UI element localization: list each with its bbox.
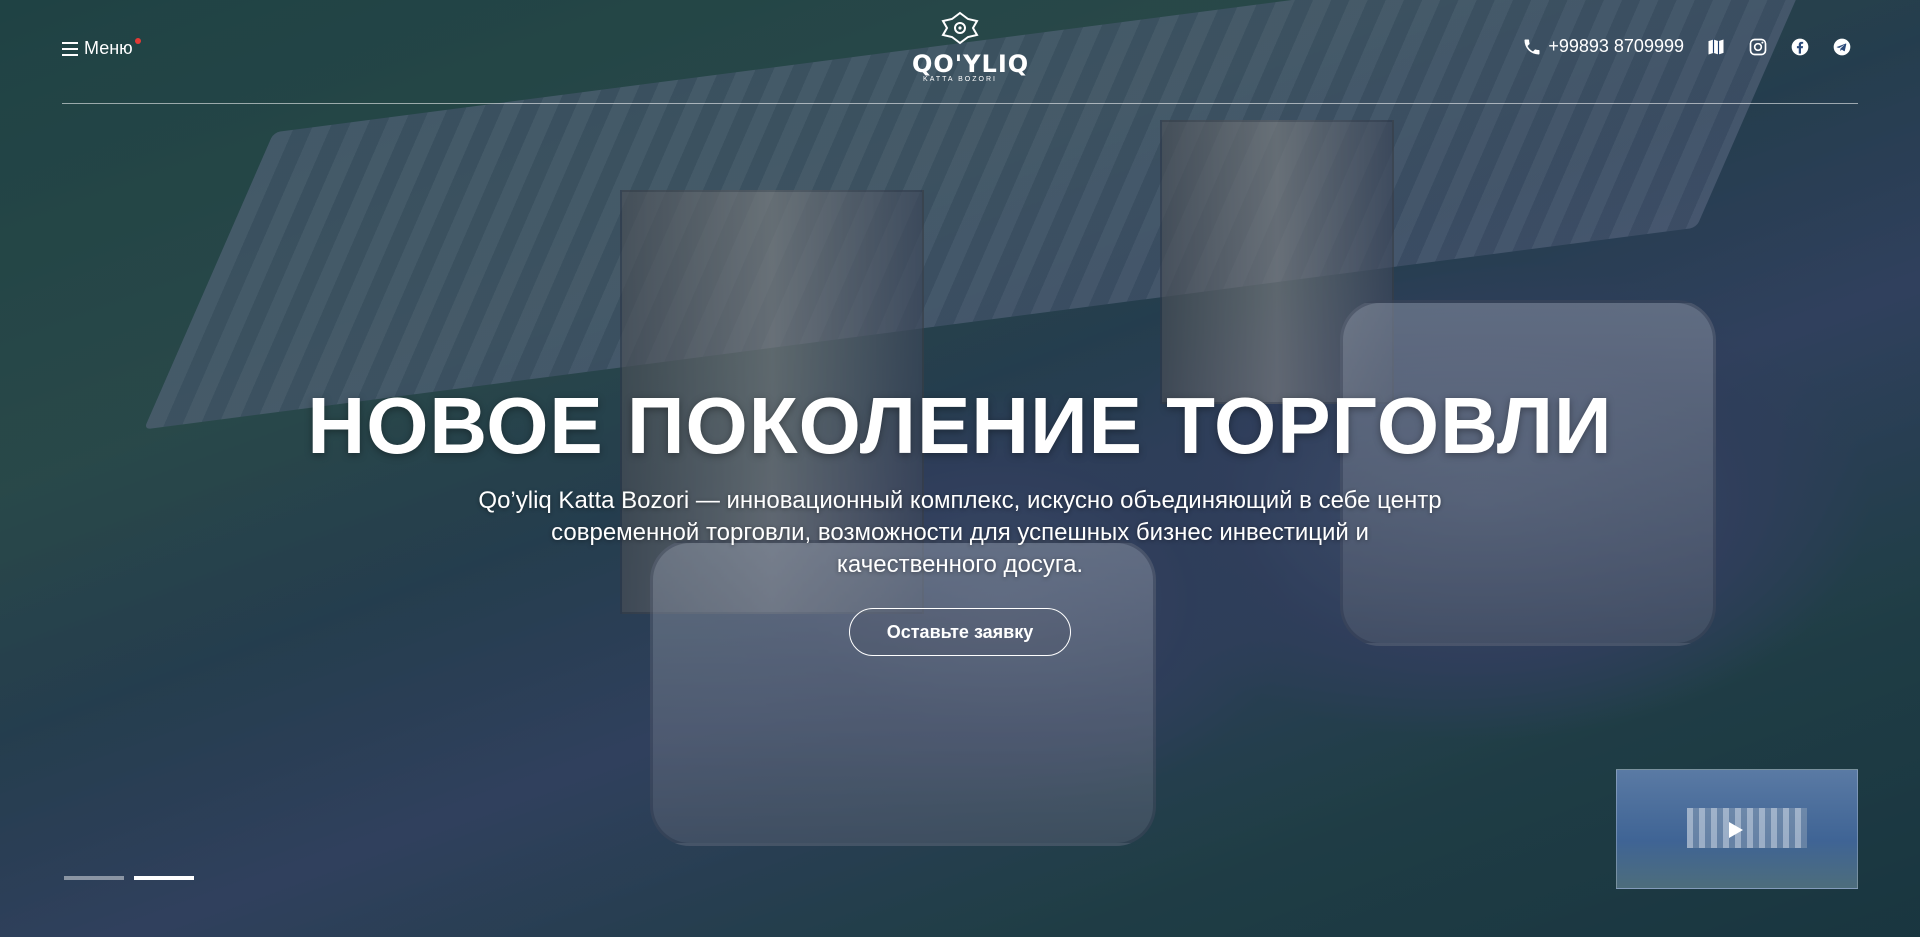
hero-title: НОВОЕ ПОКОЛЕНИЕ ТОРГОВЛИ [307, 381, 1613, 470]
slider-pagination [64, 876, 194, 880]
video-thumbnail[interactable] [1616, 769, 1858, 889]
map-icon[interactable] [1706, 37, 1726, 57]
hero-description: Qo’yliq Katta Bozori — инновационный ком… [478, 487, 1442, 578]
phone-link[interactable]: +99893 8709999 [1522, 36, 1684, 57]
video-preview-image [1687, 808, 1807, 848]
site-header: Меню QO'YLIQ KATTA BOZORI +99893 8709999 [0, 0, 1920, 104]
header-contacts: +99893 8709999 [1522, 36, 1852, 57]
hamburger-icon [62, 41, 78, 56]
menu-button[interactable]: Меню [62, 38, 141, 59]
telegram-icon[interactable] [1832, 37, 1852, 57]
logo-title: QO'YLIQ [912, 50, 1030, 78]
phone-number: +99893 8709999 [1548, 36, 1684, 56]
menu-label: Меню [84, 38, 133, 58]
request-button[interactable]: Оставьте заявку [849, 608, 1071, 656]
header-divider [62, 103, 1858, 104]
notification-dot [135, 38, 141, 44]
slider-dot[interactable] [64, 876, 124, 880]
logo-subtitle: KATTA BOZORI [923, 76, 997, 83]
phone-icon [1524, 39, 1540, 54]
slider-dot-active[interactable] [134, 876, 194, 880]
logo-emblem-icon [941, 11, 979, 45]
instagram-icon[interactable] [1748, 37, 1768, 57]
play-icon [1729, 822, 1743, 838]
facebook-icon[interactable] [1790, 37, 1810, 57]
logo[interactable]: QO'YLIQ KATTA BOZORI [912, 10, 1030, 83]
